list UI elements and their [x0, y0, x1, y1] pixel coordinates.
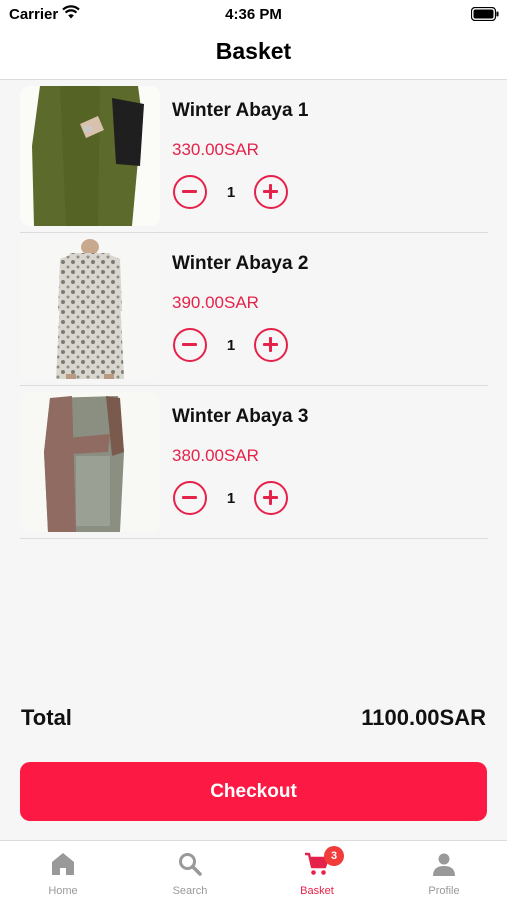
- basket-item[interactable]: Winter Abaya 1 330.00SAR 1: [20, 80, 488, 233]
- tab-label: Home: [48, 885, 78, 897]
- tab-profile[interactable]: Profile: [381, 841, 507, 900]
- increase-quantity-button[interactable]: [254, 175, 288, 209]
- basket-item[interactable]: Winter Abaya 2 390.00SAR 1: [20, 233, 488, 386]
- search-icon: [177, 851, 203, 877]
- clock: 4:36 PM: [225, 6, 282, 23]
- tab-basket[interactable]: 3 Basket: [254, 841, 380, 900]
- cart-badge: 3: [324, 846, 344, 866]
- basket-item[interactable]: Winter Abaya 3 380.00SAR 1: [20, 386, 488, 539]
- battery-icon: [470, 6, 499, 26]
- total-value: 1100.00SAR: [361, 705, 486, 730]
- product-image-olive-abaya[interactable]: [20, 86, 160, 226]
- product-image-printed-abaya[interactable]: [20, 239, 160, 379]
- tab-bar: Home Search 3 Basket Profile: [0, 840, 507, 900]
- product-name: Winter Abaya 1: [172, 100, 309, 121]
- increase-quantity-button[interactable]: [254, 481, 288, 515]
- tab-home[interactable]: Home: [0, 841, 126, 900]
- basket-list: Winter Abaya 1 330.00SAR 1 Winter Abaya …: [20, 80, 488, 539]
- page-title: Basket: [215, 38, 292, 64]
- product-price: 380.00SAR: [172, 446, 259, 465]
- decrease-quantity-button[interactable]: [173, 481, 207, 515]
- product-name: Winter Abaya 2: [172, 253, 309, 274]
- quantity-value: 1: [226, 337, 236, 354]
- tab-search[interactable]: Search: [127, 841, 253, 900]
- status-bar: Carrier 4:36 PM: [0, 0, 507, 30]
- tab-label: Search: [172, 885, 208, 897]
- person-icon: [431, 851, 457, 877]
- header: Basket: [0, 30, 507, 80]
- total-label: Total: [21, 705, 72, 730]
- product-name: Winter Abaya 3: [172, 406, 309, 427]
- product-image-grey-brown-abaya[interactable]: [20, 392, 160, 532]
- product-price: 330.00SAR: [172, 140, 259, 159]
- decrease-quantity-button[interactable]: [173, 175, 207, 209]
- increase-quantity-button[interactable]: [254, 328, 288, 362]
- home-icon: [50, 851, 76, 877]
- decrease-quantity-button[interactable]: [173, 328, 207, 362]
- tab-label: Profile: [428, 885, 460, 897]
- tab-label: Basket: [300, 885, 334, 897]
- quantity-value: 1: [226, 184, 236, 201]
- quantity-value: 1: [226, 490, 236, 507]
- checkout-button[interactable]: Checkout: [20, 762, 487, 821]
- product-price: 390.00SAR: [172, 293, 259, 312]
